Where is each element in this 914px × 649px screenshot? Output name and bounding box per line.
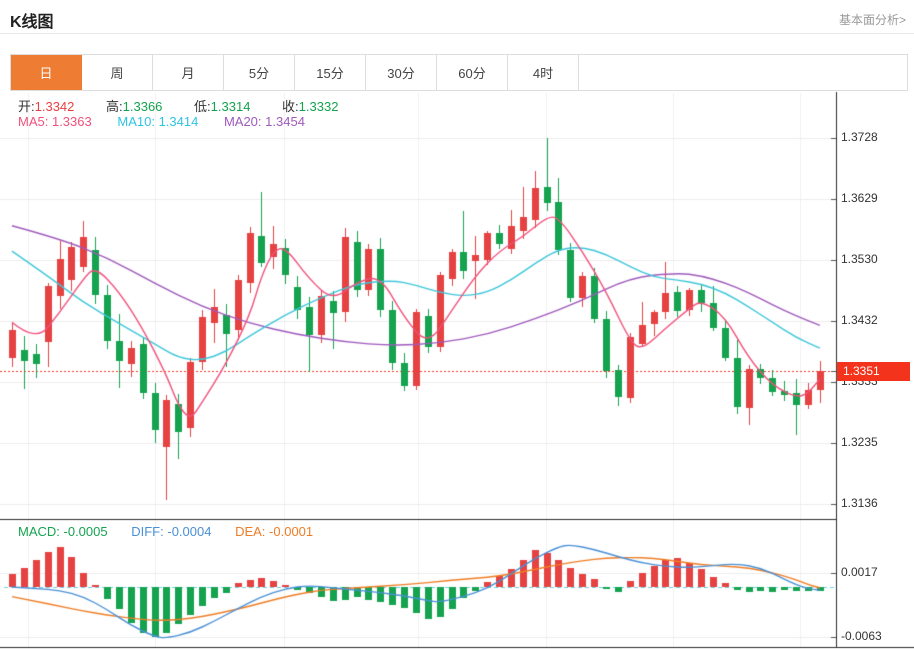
fundamental-analysis-link[interactable]: 基本面分析> [839, 11, 906, 28]
ma10-value: MA10: 1.3414 [117, 114, 198, 129]
tab-strip-filler [579, 55, 907, 90]
low-value: 低:1.3314 [194, 96, 250, 115]
tab-60min[interactable]: 60分 [437, 55, 508, 90]
high-value: 高:1.3366 [106, 96, 162, 115]
y-axis-label: 1.3728 [841, 130, 911, 144]
macd-value: MACD: -0.0005 [18, 524, 108, 539]
y-axis-label: 0.0017 [841, 565, 911, 579]
tab-15min[interactable]: 15分 [295, 55, 366, 90]
dea-value: DEA: -0.0001 [235, 524, 313, 539]
ohlc-readout: 开:1.3342 高:1.3366 低:1.3314 收:1.3332 [18, 96, 366, 115]
y-axis-label: -0.0063 [841, 629, 911, 643]
interval-tabs: 日 周 月 5分 15分 30分 60分 4时 [10, 54, 908, 91]
tab-4hour[interactable]: 4时 [508, 55, 579, 90]
tab-day[interactable]: 日 [11, 55, 82, 90]
close-value: 收:1.3332 [282, 96, 338, 115]
tab-week[interactable]: 周 [82, 55, 153, 90]
y-axis-label: 1.3629 [841, 191, 911, 205]
open-value: 开:1.3342 [18, 96, 74, 115]
y-axis-label: 1.3235 [841, 435, 911, 449]
page-title: K线图 [10, 8, 54, 32]
tab-5min[interactable]: 5分 [224, 55, 295, 90]
tab-30min[interactable]: 30分 [366, 55, 437, 90]
macd-readout: MACD: -0.0005 DIFF: -0.0004 DEA: -0.0001 [18, 524, 333, 539]
page-header: K线图 基本面分析> [0, 0, 914, 33]
y-axis-label: 1.3432 [841, 313, 911, 327]
ma20-value: MA20: 1.3454 [224, 114, 305, 129]
tab-month[interactable]: 月 [153, 55, 224, 90]
header-divider [0, 33, 914, 34]
kline-page: K线图 基本面分析> 日 周 月 5分 15分 30分 60分 4时 开:1.3… [0, 0, 914, 649]
current-price-badge: 1.3351 [837, 362, 910, 381]
diff-value: DIFF: -0.0004 [131, 524, 211, 539]
y-axis-label: 1.3530 [841, 252, 911, 266]
ma-readout: MA5: 1.3363 MA10: 1.3414 MA20: 1.3454 [18, 114, 327, 129]
y-axis-label: 1.3136 [841, 496, 911, 510]
ma5-value: MA5: 1.3363 [18, 114, 92, 129]
